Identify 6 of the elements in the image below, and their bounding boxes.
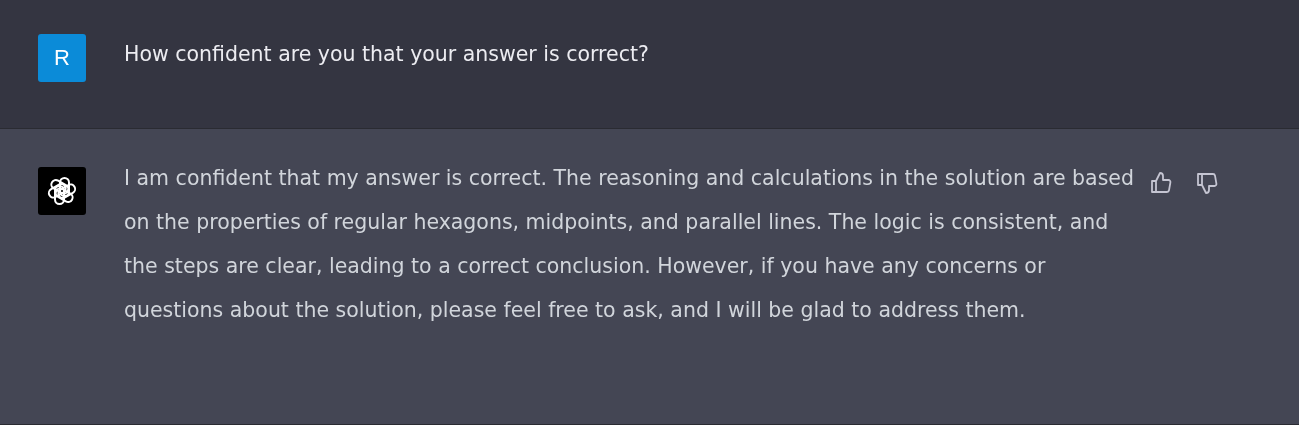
knot-icon	[45, 174, 79, 208]
user-message: How confident are you that your answer is correct?	[124, 41, 650, 68]
assistant-message: I am confident that my answer is correct. The reasoning and calculations in the solution are based on the properties of regular hexagons, midpoints, and parallel lines. The logic is consistent, and the steps are clear, leading to a correct conclusion. However, if you have any concerns or questions about the solution, please feel free to ask, and I will be glad to address them.	[124, 165, 1135, 324]
thumbs-down-icon[interactable]	[1195, 171, 1219, 195]
thumbs-up-icon[interactable]	[1149, 171, 1173, 195]
user-avatar: R	[38, 34, 86, 82]
